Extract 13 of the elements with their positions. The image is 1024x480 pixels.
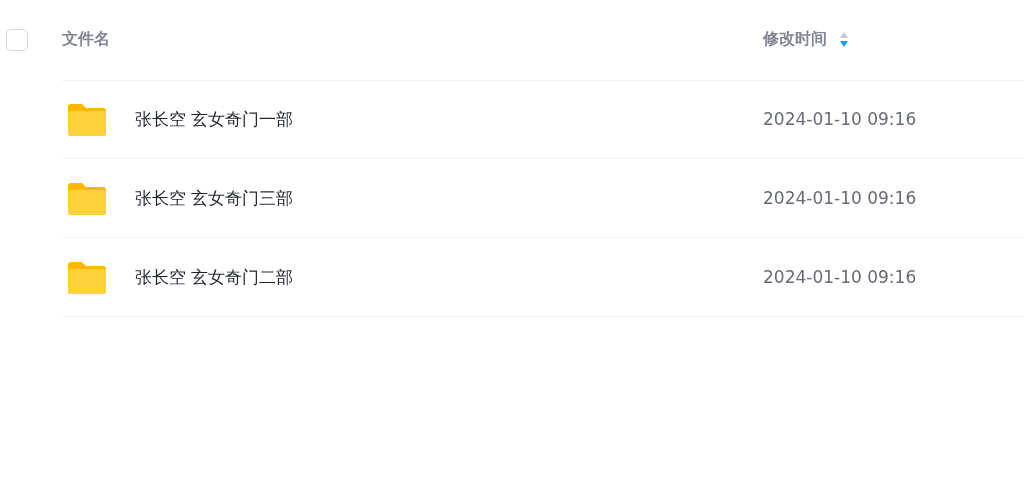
file-name[interactable]: 张长空 玄女奇门三部 (135, 186, 294, 210)
modified-time: 2024-01-10 09:16 (763, 109, 917, 129)
modified-time: 2024-01-10 09:16 (763, 267, 917, 287)
folder-icon (68, 181, 106, 215)
column-header[interactable]: 修改时间 (763, 29, 827, 50)
select-all-checkbox[interactable] (6, 29, 28, 51)
sort-icon[interactable] (839, 30, 849, 49)
folder-icon (68, 102, 106, 136)
column-header[interactable]: 文件名 (62, 29, 110, 50)
file-name[interactable]: 张长空 玄女奇门一部 (135, 107, 294, 131)
folder-icon (68, 260, 106, 294)
modified-time: 2024-01-10 09:16 (763, 188, 917, 208)
file-name[interactable]: 张长空 玄女奇门二部 (135, 265, 294, 289)
